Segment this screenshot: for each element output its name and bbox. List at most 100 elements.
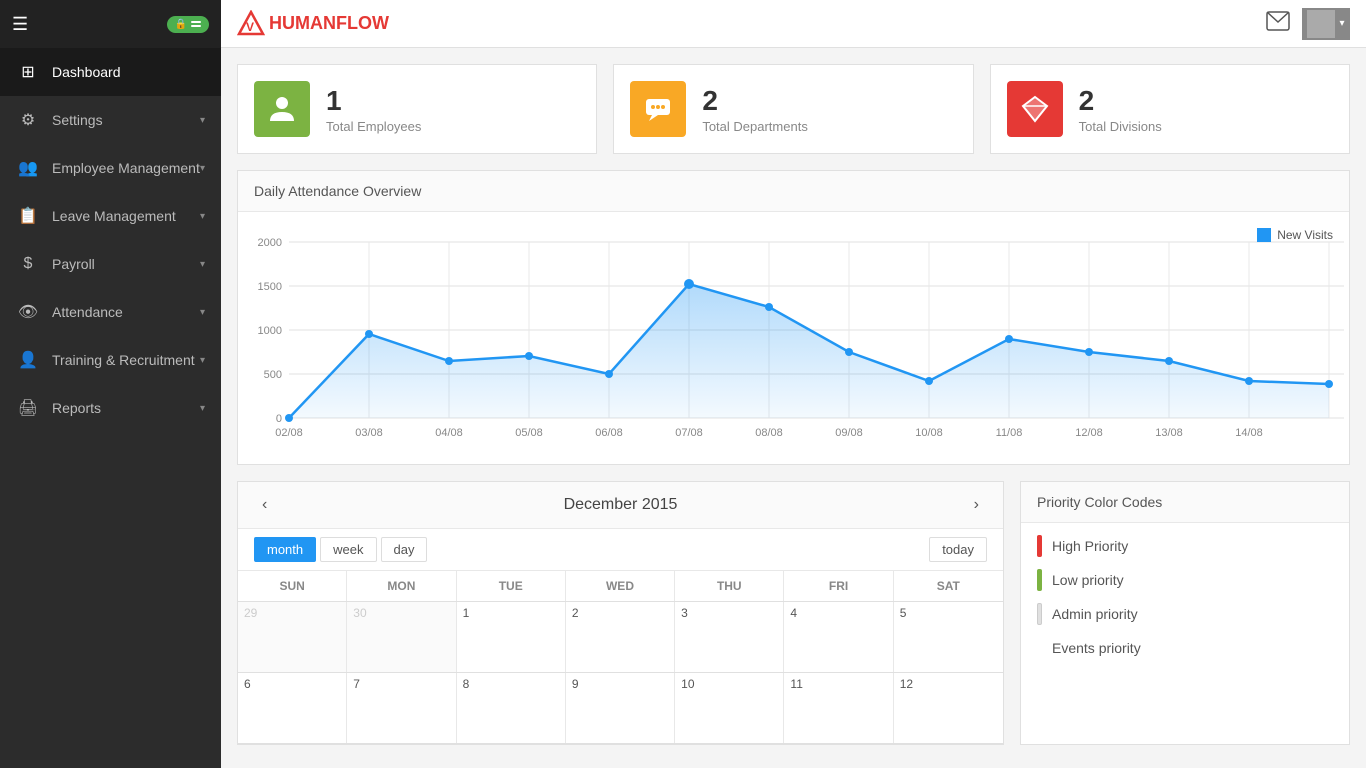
sidebar-item-payroll[interactable]: $ Payroll ▾ [0,240,221,288]
user-chevron-icon: ▾ [1339,18,1344,29]
total-divisions-label: Total Divisions [1079,119,1162,134]
toggle-button[interactable]: 🔒 [167,16,209,33]
logo: V HUMANFLOW [237,10,389,38]
content-area: 1 Total Employees 2 Total Departm [221,48,1366,768]
calendar-cell[interactable]: 30 [347,602,456,672]
attendance-icon: 👁 [16,300,40,324]
day-name-sun: SUN [238,571,347,601]
sidebar-item-label: Reports [52,400,200,416]
stat-card-departments: 2 Total Departments [613,64,973,154]
sidebar-item-label: Dashboard [52,64,205,80]
calendar-cell[interactable]: 2 [566,602,675,672]
total-departments-label: Total Departments [702,119,808,134]
svg-text:06/08: 06/08 [595,427,623,439]
chart-point [684,279,694,289]
mail-button[interactable] [1266,11,1290,37]
logo-flow: FLOW [336,13,389,33]
chart-point [1325,380,1333,388]
calendar-prev-button[interactable]: ‹ [254,492,275,518]
svg-text:500: 500 [264,369,282,381]
chart-point [765,303,773,311]
calendar-cell[interactable]: 7 [347,673,456,743]
chat-icon [643,94,673,124]
calendar-title: December 2015 [564,496,678,514]
chart-area [289,284,1329,418]
priority-item-low: Low priority [1037,569,1333,591]
employees-icon [254,81,310,137]
calendar-controls: month week day today [238,529,1003,571]
priority-item-events: Events priority [1037,637,1333,659]
svg-text:13/08: 13/08 [1155,427,1183,439]
calendar-cell[interactable]: 5 [894,602,1003,672]
chart-point [1245,377,1253,385]
total-employees-label: Total Employees [326,119,421,134]
calendar-days-header: SUN MON TUE WED THU FRI SAT [238,571,1003,602]
sidebar-item-leave-management[interactable]: 📋 Leave Management ▾ [0,192,221,240]
calendar-view-buttons: month week day [254,537,427,562]
user-menu-button[interactable]: ▾ [1302,8,1350,40]
reports-icon: 🖨 [16,396,40,420]
sidebar-item-attendance[interactable]: 👁 Attendance ▾ [0,288,221,336]
priority-title: Priority Color Codes [1037,494,1162,510]
employee-icon: 👥 [16,156,40,180]
svg-text:1000: 1000 [258,325,282,337]
chevron-down-icon: ▾ [200,211,205,222]
sidebar-item-reports[interactable]: 🖨 Reports ▾ [0,384,221,432]
stat-card-divisions: 2 Total Divisions [990,64,1350,154]
svg-text:10/08: 10/08 [915,427,943,439]
priority-header: Priority Color Codes [1021,482,1349,523]
sidebar-item-training[interactable]: 👤 Training & Recruitment ▾ [0,336,221,384]
svg-text:03/08: 03/08 [355,427,383,439]
calendar-cell[interactable]: 29 [238,602,347,672]
chevron-down-icon: ▾ [200,307,205,318]
total-departments-number: 2 [702,84,808,118]
leave-icon: 📋 [16,204,40,228]
stat-info-employees: 1 Total Employees [326,84,421,135]
calendar-cell[interactable]: 8 [457,673,566,743]
main-content: V HUMANFLOW ▾ [221,0,1366,768]
day-name-fri: FRI [784,571,893,601]
svg-text:2000: 2000 [258,237,282,249]
calendar-cell[interactable]: 9 [566,673,675,743]
logo-text: HUMANFLOW [269,13,389,34]
hamburger-icon[interactable]: ☰ [12,14,28,35]
low-priority-label: Low priority [1052,572,1124,588]
user-avatar [1307,10,1335,38]
svg-text:11/08: 11/08 [996,427,1023,439]
calendar-today-button[interactable]: today [929,537,987,562]
events-priority-label: Events priority [1052,640,1141,656]
svg-text:V: V [246,20,254,34]
chart-point [445,357,453,365]
sidebar-item-dashboard[interactable]: ⊞ Dashboard [0,48,221,96]
chevron-down-icon: ▾ [200,163,205,174]
stat-card-employees: 1 Total Employees [237,64,597,154]
chevron-down-icon: ▾ [200,259,205,270]
training-icon: 👤 [16,348,40,372]
calendar-week-button[interactable]: week [320,537,376,562]
stat-info-divisions: 2 Total Divisions [1079,84,1162,135]
mail-icon [1266,11,1290,31]
calendar-cell[interactable]: 6 [238,673,347,743]
payroll-icon: $ [16,252,40,276]
calendar-cell[interactable]: 3 [675,602,784,672]
calendar-cell[interactable]: 10 [675,673,784,743]
attendance-chart: 2000 1500 1000 500 0 [254,228,1354,448]
calendar-cell[interactable]: 4 [784,602,893,672]
sidebar-item-settings[interactable]: ⚙ Settings ▾ [0,96,221,144]
calendar-cell[interactable]: 11 [784,673,893,743]
person-icon [267,94,297,124]
calendar-next-button[interactable]: › [966,492,987,518]
sidebar-nav: ⊞ Dashboard ⚙ Settings ▾ 👥 Employee Mana… [0,48,221,768]
day-name-mon: MON [347,571,456,601]
calendar-month-button[interactable]: month [254,537,316,562]
calendar-cell[interactable]: 12 [894,673,1003,743]
chart-legend: New Visits [1257,228,1333,242]
total-employees-number: 1 [326,84,421,118]
low-priority-bar [1037,569,1042,591]
lock-icon: 🔒 [175,19,187,30]
svg-text:02/08: 02/08 [275,427,303,439]
svg-text:04/08: 04/08 [435,427,463,439]
calendar-cell[interactable]: 1 [457,602,566,672]
calendar-day-button[interactable]: day [381,537,428,562]
sidebar-item-employee-management[interactable]: 👥 Employee Management ▾ [0,144,221,192]
